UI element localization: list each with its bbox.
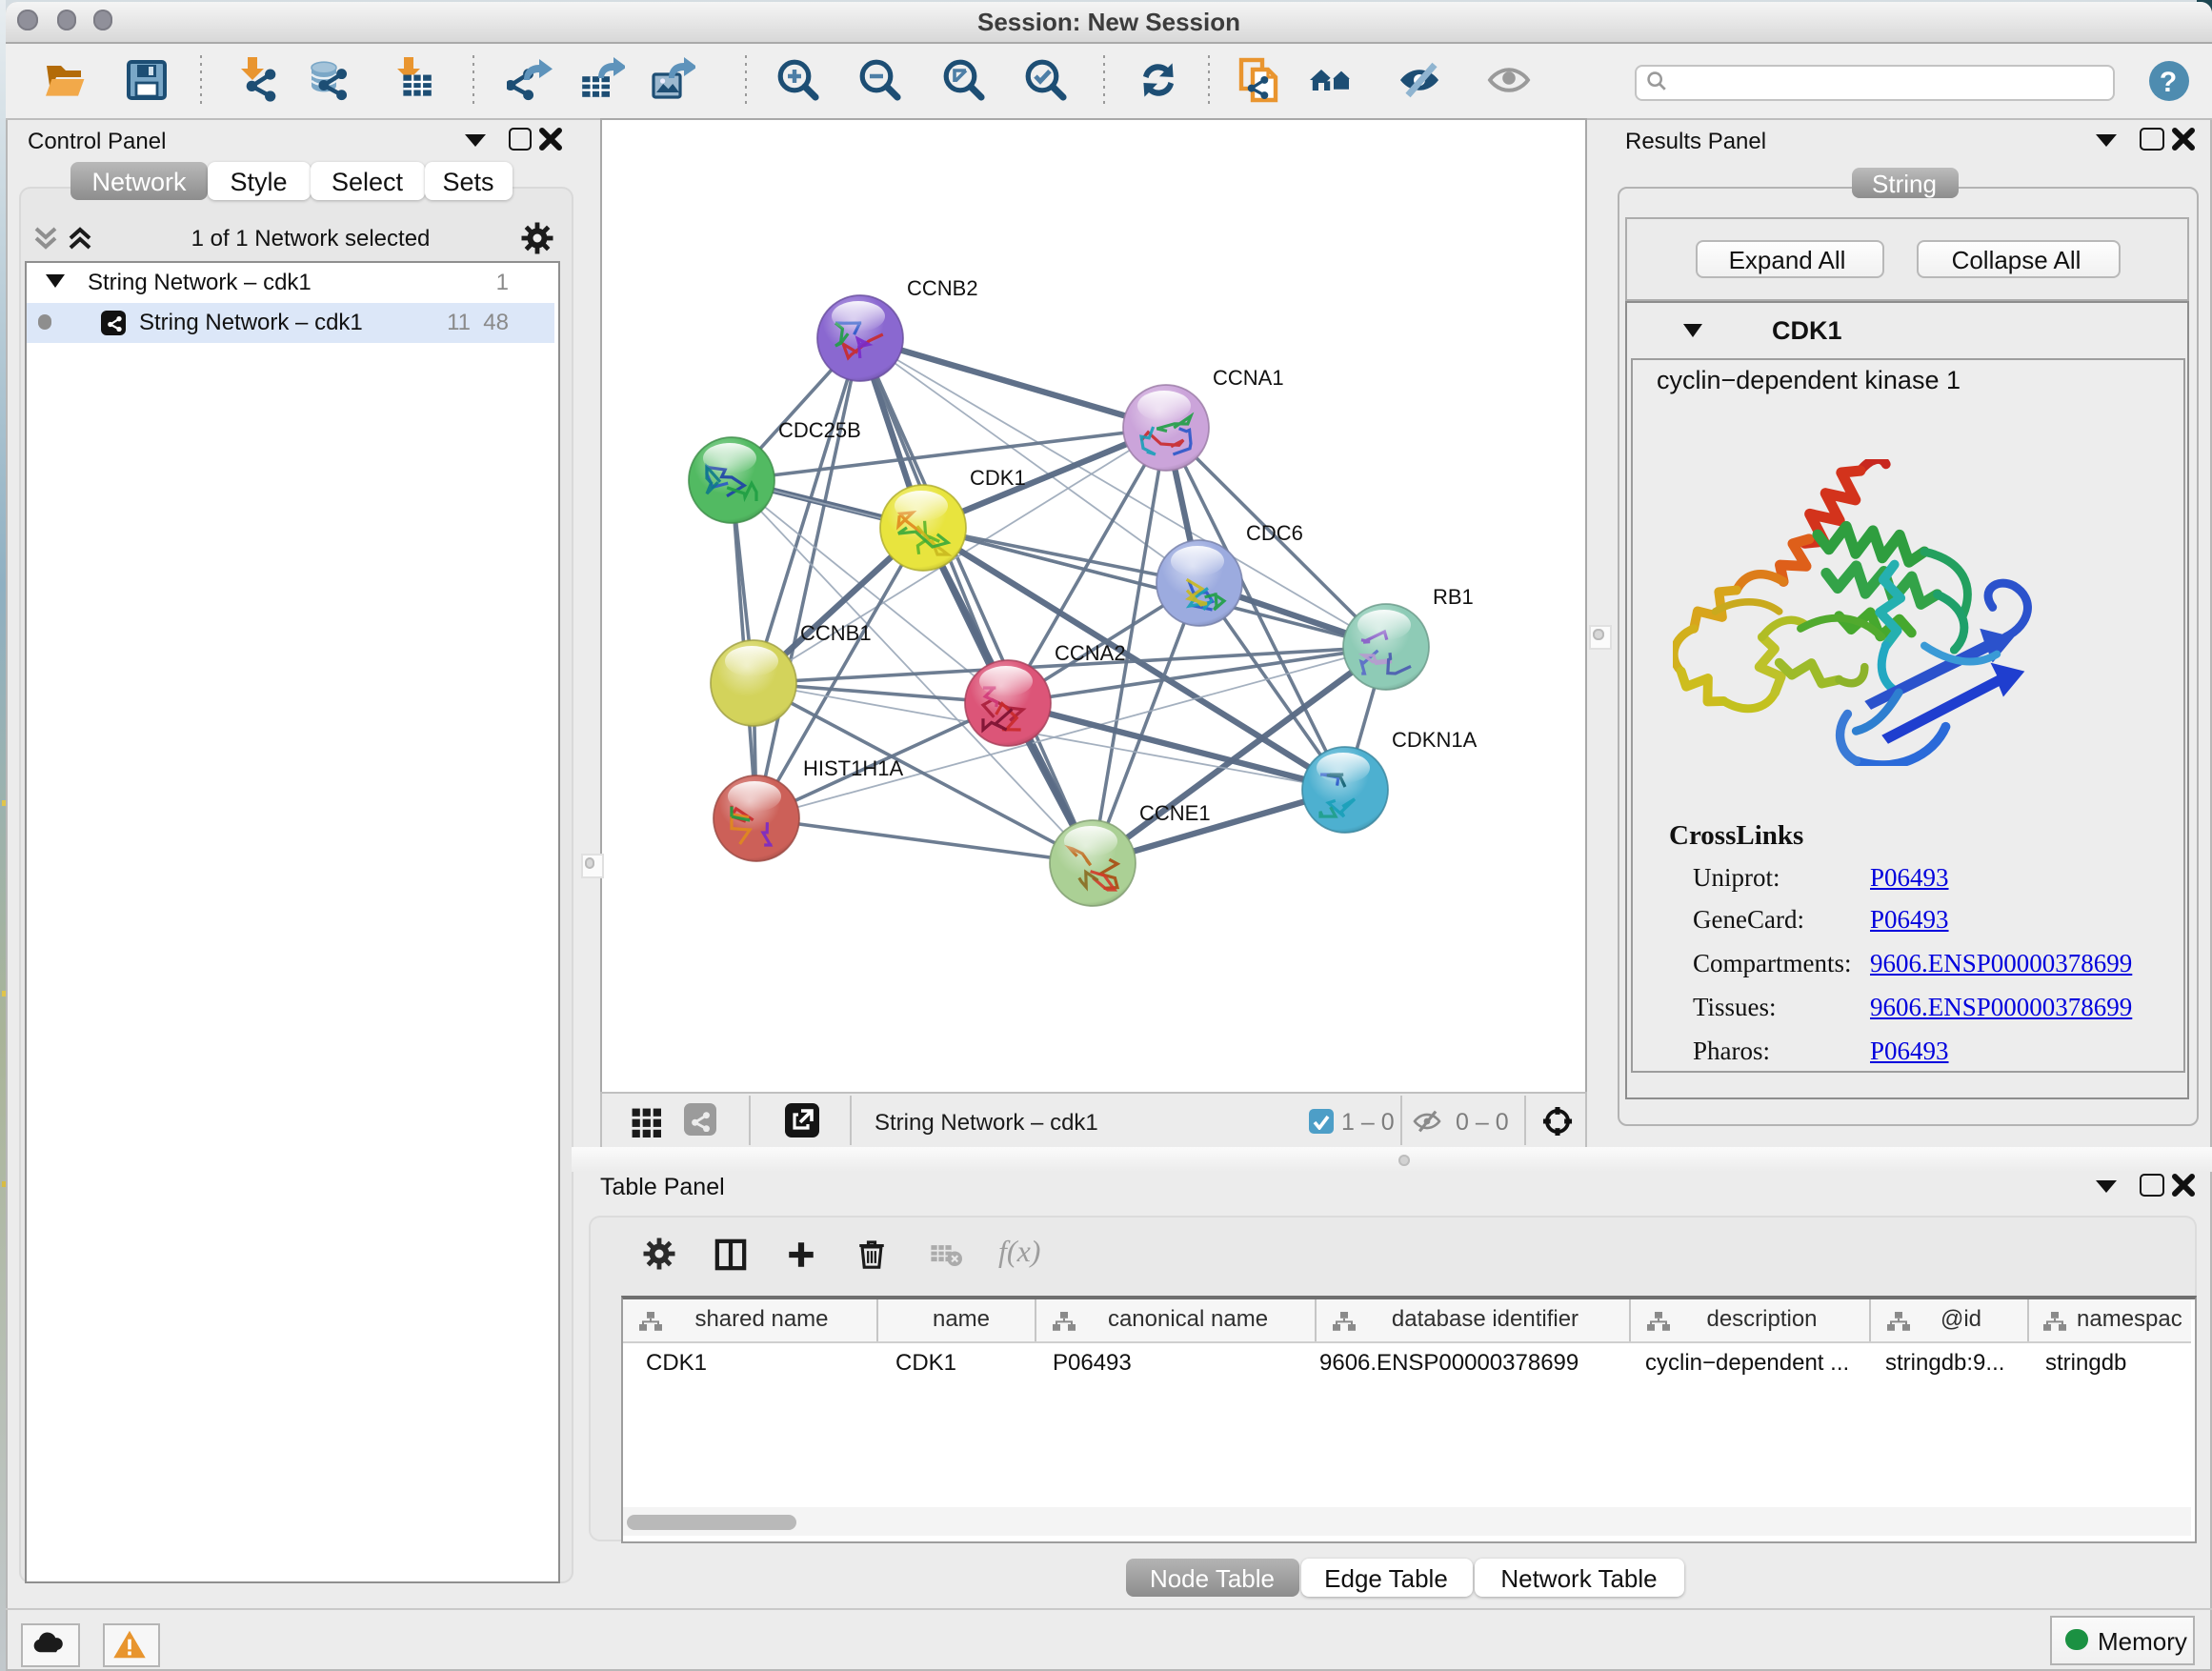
svg-text:CDK1: CDK1	[970, 465, 1026, 489]
svg-text:CCNA2: CCNA2	[1055, 640, 1126, 664]
svg-text:RB1: RB1	[1433, 584, 1474, 608]
svg-text:CCNA1: CCNA1	[1213, 365, 1284, 389]
svg-text:CCNE1: CCNE1	[1139, 800, 1211, 824]
svg-text:HIST1H1A: HIST1H1A	[803, 755, 903, 779]
svg-text:CDC25B: CDC25B	[778, 417, 861, 441]
svg-text:CCNB2: CCNB2	[907, 275, 978, 299]
svg-text:CDKN1A: CDKN1A	[1392, 727, 1478, 751]
svg-text:CCNB1: CCNB1	[800, 620, 872, 644]
svg-text:CDC6: CDC6	[1246, 520, 1303, 544]
